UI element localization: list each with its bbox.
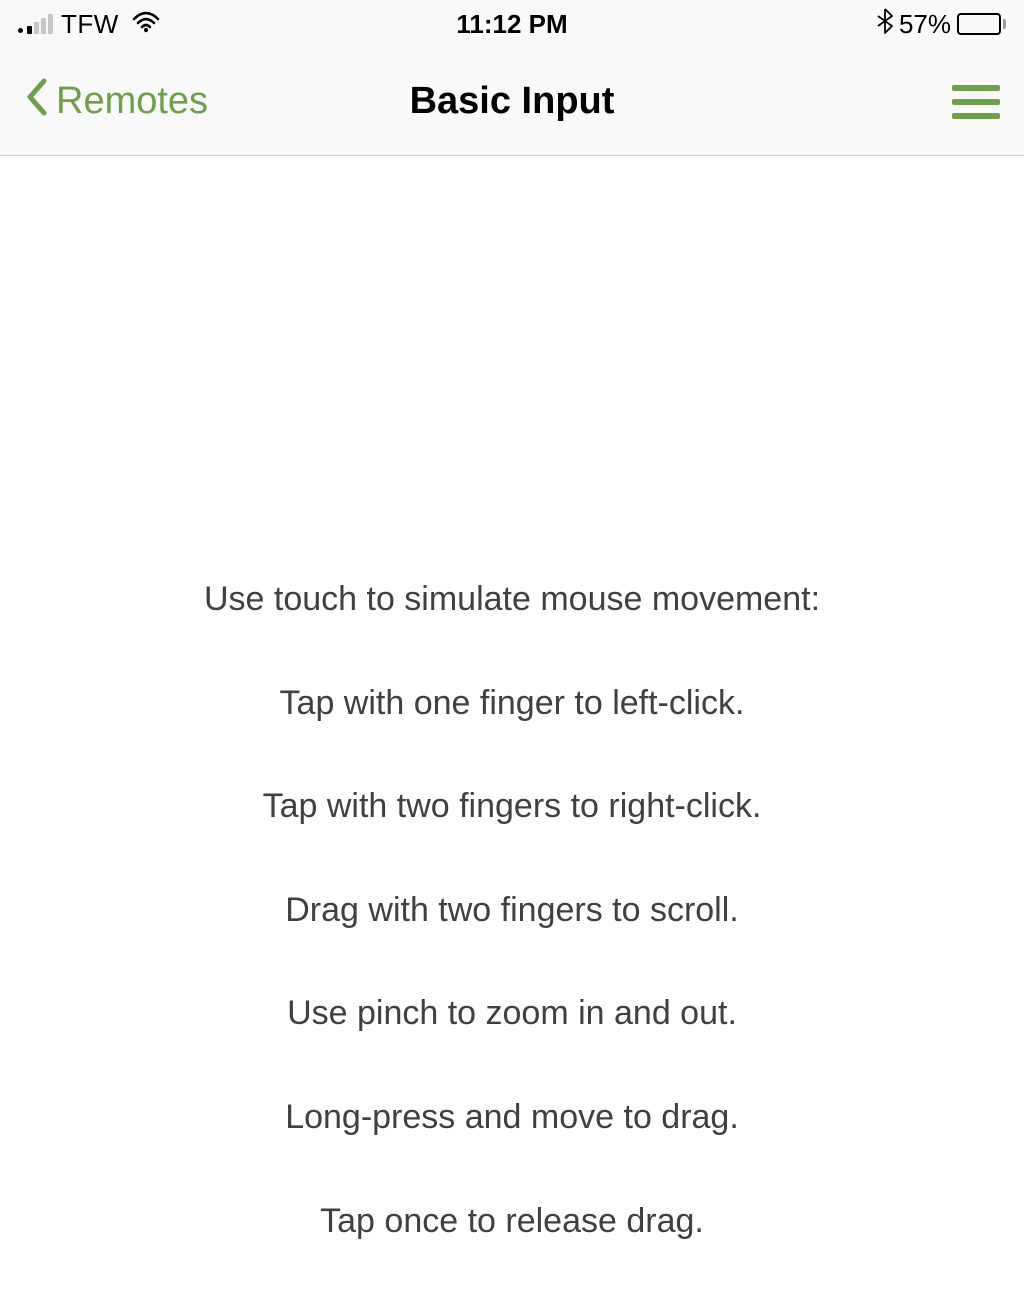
status-right: 57% [877,8,1006,41]
instruction-line: Tap once to release drag. [0,1198,1024,1246]
status-left: TFW [18,9,161,40]
page-title: Basic Input [410,80,615,123]
chevron-left-icon [24,77,48,127]
menu-button[interactable] [952,85,1000,119]
instruction-line: Tap with one finger to left-click. [0,680,1024,728]
battery-icon [957,13,1006,35]
instruction-line: Tap with two fingers to right-click. [0,783,1024,831]
bluetooth-icon [877,8,893,41]
instruction-line: Drag with two fingers to scroll. [0,887,1024,935]
cellular-signal-icon [18,14,53,34]
trackpad-area[interactable]: Use touch to simulate mouse movement: Ta… [0,156,1024,1245]
carrier-label: TFW [61,9,119,40]
status-bar: TFW 11:12 PM 57% [0,0,1024,48]
navigation-bar: Remotes Basic Input [0,48,1024,156]
wifi-icon [131,9,161,40]
hamburger-icon [952,85,1000,91]
back-label: Remotes [56,80,208,123]
instruction-line: Long-press and move to drag. [0,1094,1024,1142]
back-button[interactable]: Remotes [24,77,208,127]
instruction-line: Use pinch to zoom in and out. [0,990,1024,1038]
battery-percent: 57% [899,9,951,40]
instruction-line: Use touch to simulate mouse movement: [0,576,1024,624]
status-time: 11:12 PM [456,9,567,40]
